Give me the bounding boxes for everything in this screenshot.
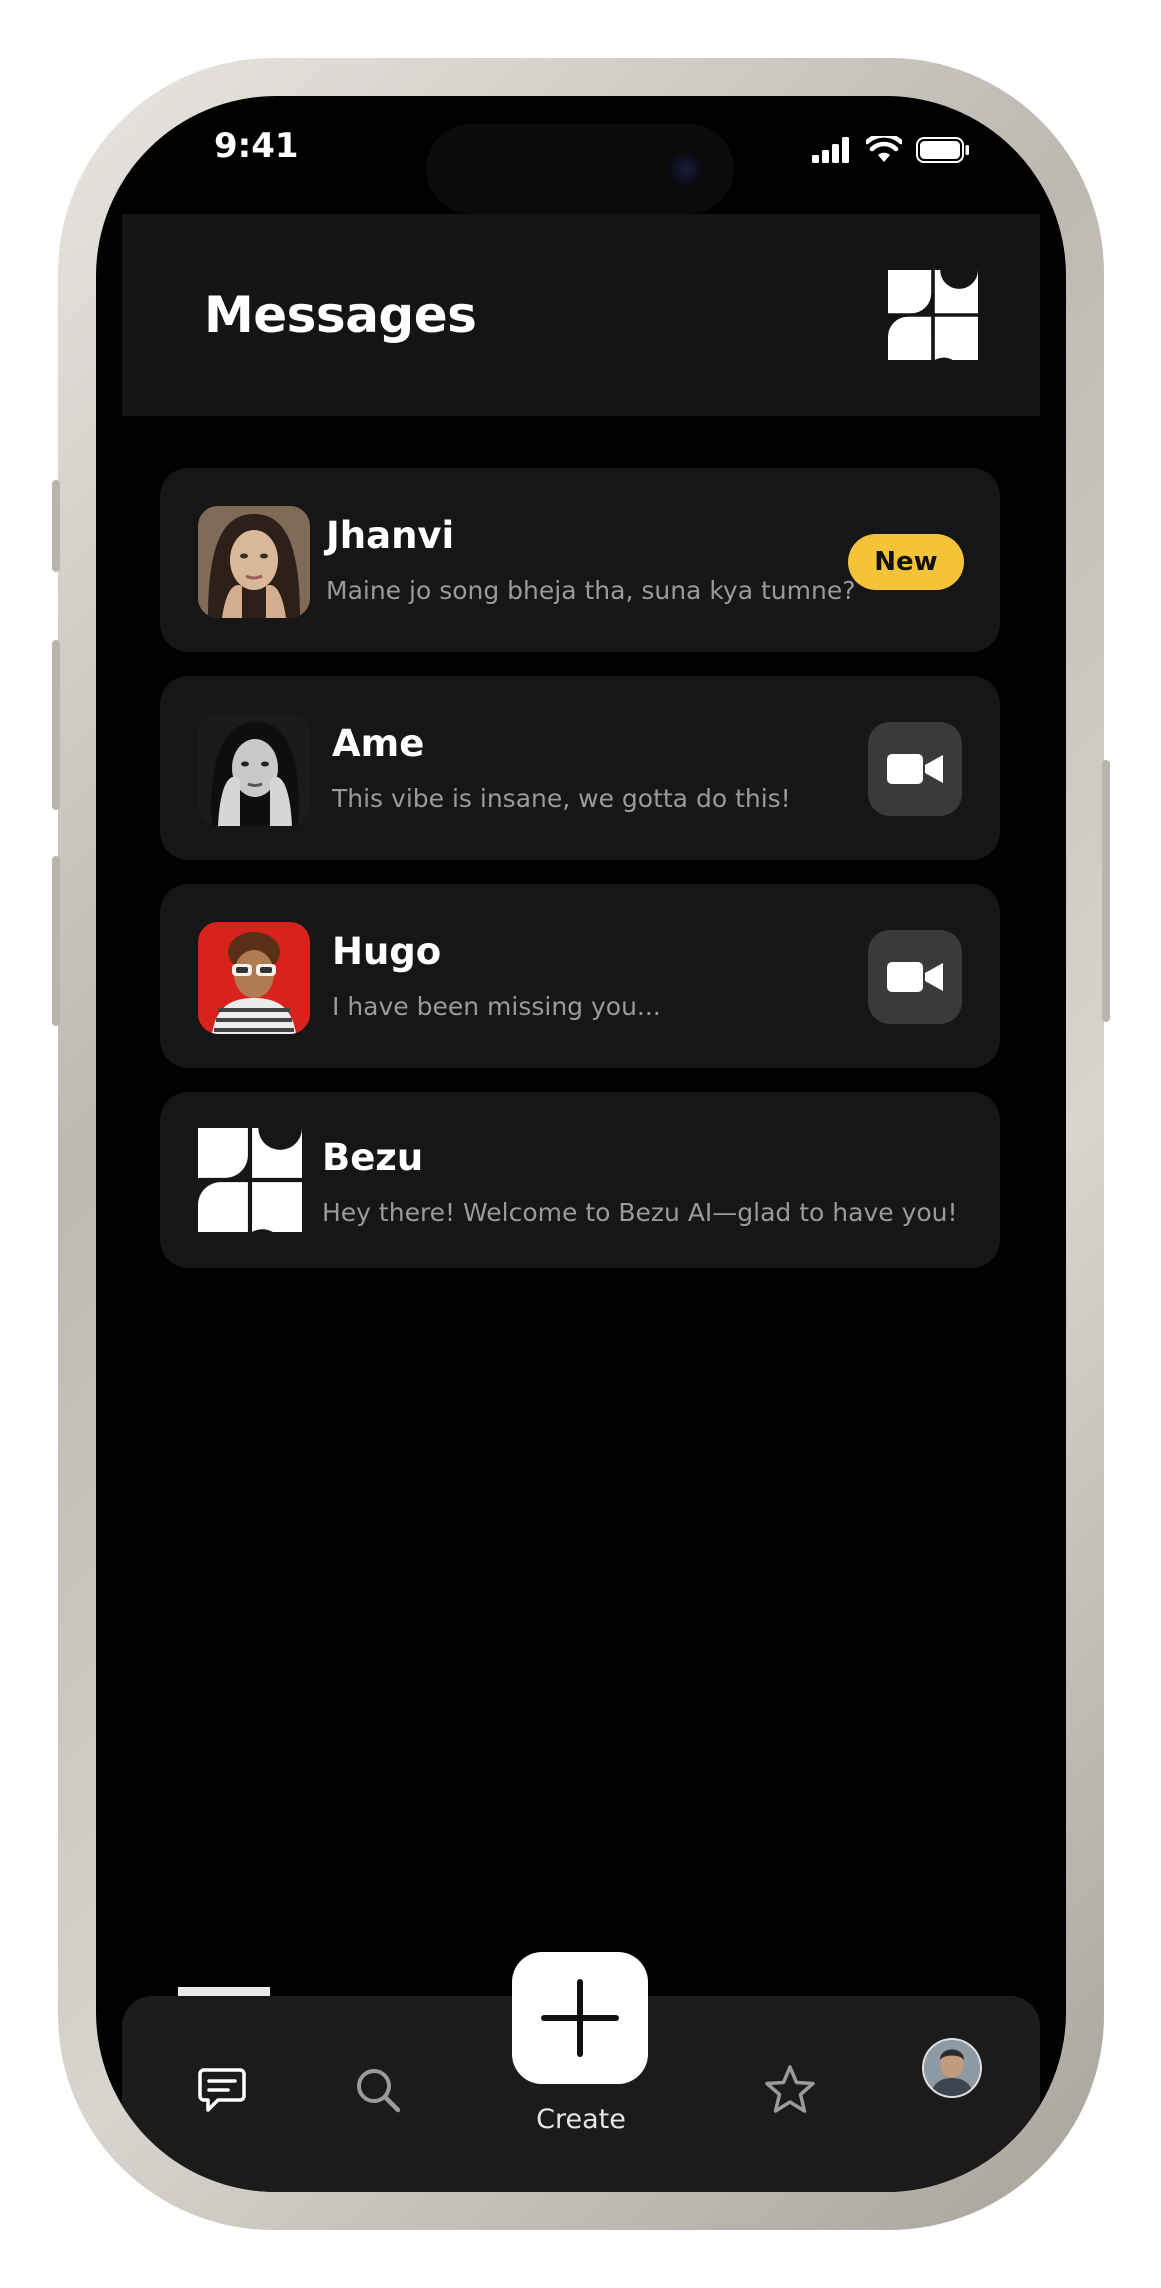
message-preview: I have been missing you... [332, 992, 661, 1021]
screen: 9:41 Messages Jhanvi Maine jo song bheja… [96, 96, 1066, 2192]
avatar-jhanvi [198, 506, 310, 618]
profile-avatar[interactable] [922, 2038, 982, 2098]
dynamic-island [426, 124, 734, 214]
status-icons [812, 136, 970, 164]
battery-icon [916, 137, 969, 163]
header: Messages [122, 214, 1040, 416]
signal-icon [812, 137, 849, 163]
status-time: 9:41 [214, 126, 299, 166]
create-button[interactable] [512, 1952, 648, 2084]
bezu-logo-icon[interactable] [888, 270, 978, 360]
message-preview: Maine jo song bheja tha, suna kya tumne? [326, 576, 856, 605]
conversation-card-hugo[interactable]: Hugo I have been missing you... [160, 884, 1000, 1068]
conversation-card-jhanvi[interactable]: Jhanvi Maine jo song bheja tha, suna kya… [160, 468, 1000, 652]
message-preview: This vibe is insane, we gotta do this! [332, 784, 791, 813]
front-camera [668, 151, 704, 187]
create-label: Create [536, 2104, 626, 2135]
video-camera-icon [887, 754, 943, 784]
volume-up-button [52, 640, 60, 810]
conversation-card-bezu[interactable]: Bezu Hey there! Welcome to Bezu AI—glad … [160, 1092, 1000, 1268]
new-badge: New [848, 534, 964, 590]
conversation-card-ame[interactable]: Ame This vibe is insane, we gotta do thi… [160, 676, 1000, 860]
contact-name: Jhanvi [326, 514, 455, 557]
power-button [1102, 760, 1110, 1022]
wifi-icon [866, 136, 902, 162]
avatar-ame [198, 714, 310, 826]
video-call-button[interactable] [868, 930, 962, 1024]
avatar-hugo [198, 922, 310, 1034]
bezu-logo-icon [198, 1128, 302, 1232]
contact-name: Bezu [322, 1136, 424, 1179]
contact-name: Ame [332, 722, 425, 765]
page-title: Messages [204, 286, 477, 344]
video-camera-icon [887, 962, 943, 992]
action-button [52, 480, 60, 572]
create-plus-icon [541, 1979, 619, 2057]
message-preview: Hey there! Welcome to Bezu AI—glad to ha… [322, 1198, 958, 1227]
volume-down-button [52, 856, 60, 1026]
contact-name: Hugo [332, 930, 442, 973]
video-call-button[interactable] [868, 722, 962, 816]
